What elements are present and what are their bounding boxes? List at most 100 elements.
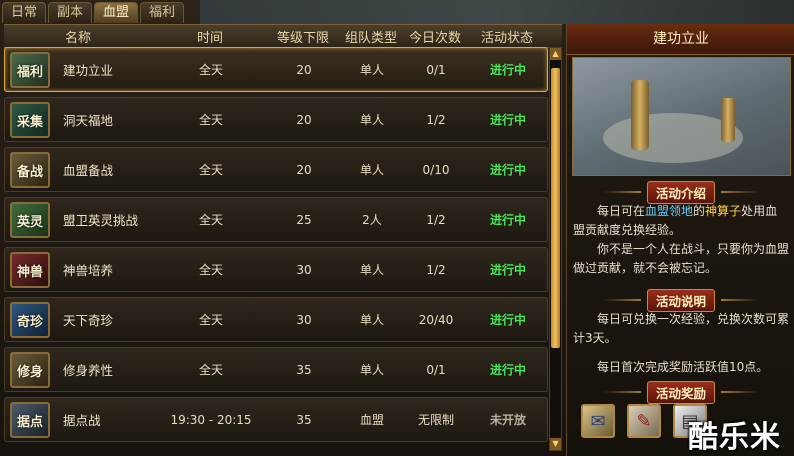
intro-header: 活动介绍 (567, 180, 794, 204)
preview-statue (631, 80, 649, 150)
detail-title: 建功立业 (567, 24, 794, 55)
activity-status: 进行中 (489, 363, 526, 377)
activity-row[interactable]: 备战 血盟备战 全天 20 单人 0/10 进行中 (4, 147, 548, 192)
activity-time: 全天 (198, 263, 223, 277)
activity-name: 洞天福地 (63, 113, 114, 128)
activity-badge: 神兽 (10, 252, 50, 288)
activity-badge: 福利 (10, 52, 50, 88)
scrollbar[interactable]: ▲ ▼ (549, 47, 562, 451)
divider (721, 191, 759, 193)
activity-time: 全天 (198, 113, 223, 127)
activity-status: 进行中 (489, 213, 526, 227)
activity-count: 无限制 (417, 413, 454, 427)
reward-label: 活动奖励 (646, 380, 715, 404)
desc-label: 活动说明 (646, 288, 715, 312)
activity-time: 全天 (198, 63, 223, 77)
scroll-down-icon[interactable]: ▼ (550, 438, 561, 450)
activity-badge: 采集 (10, 102, 50, 138)
activity-name: 血盟备战 (63, 163, 114, 178)
intro-text-part: 每日可在 (597, 204, 646, 218)
activity-status: 未开放 (489, 413, 526, 427)
scroll-icon[interactable]: ✉ (581, 404, 615, 438)
header-name: 名称 (64, 30, 91, 46)
activity-time: 19:30 - 20:15 (170, 412, 252, 427)
activity-badge: 修身 (10, 352, 50, 388)
activity-badge: 奇珍 (10, 302, 50, 338)
divider (602, 191, 641, 193)
activity-level: 20 (296, 162, 312, 177)
tab-dungeon[interactable]: 副本 (48, 2, 93, 23)
desc-text-1: 每日可兑换一次经验，兑换次数可累计3天。 (573, 312, 790, 345)
activity-level: 20 (296, 62, 312, 77)
divider (721, 299, 759, 301)
npc-name: 神算子 (705, 204, 742, 218)
intro-section: 活动介绍 每日可在血盟领地的神算子处用血盟贡献度兑换经验。 你不是一个人在战斗，… (567, 180, 794, 278)
activity-count: 0/10 (422, 162, 450, 177)
tab-guild[interactable]: 血盟 (94, 2, 139, 23)
intro-text-part: 的 (693, 204, 706, 218)
table-header: 名称 时间 等级下限 组队类型 今日次数 活动状态 (4, 24, 562, 48)
activity-name: 据点战 (63, 413, 101, 428)
activity-team: 血盟 (359, 413, 384, 427)
activity-status: 进行中 (489, 313, 526, 327)
activity-row[interactable]: 福利 建功立业 全天 20 单人 0/1 进行中 (4, 47, 548, 92)
activity-team: 单人 (359, 363, 384, 377)
header-level: 等级下限 (276, 30, 329, 46)
reward-header: 活动奖励 (567, 380, 794, 404)
activity-row[interactable]: 英灵 盟卫英灵挑战 全天 25 2人 1/2 进行中 (4, 197, 548, 242)
background-strip (200, 0, 794, 24)
activity-count: 1/2 (426, 212, 446, 227)
activity-status: 进行中 (489, 113, 526, 127)
scroll-up-icon[interactable]: ▲ (550, 48, 561, 60)
activity-team: 单人 (359, 63, 384, 77)
header-status: 活动状态 (480, 30, 533, 46)
activity-level: 35 (296, 412, 312, 427)
intro-text-2: 你不是一个人在战斗，只要你为血盟做过贡献，就不会被忘记。 (573, 242, 790, 275)
divider (602, 391, 641, 393)
tab-bar: 日常 副本 血盟 福利 (2, 2, 185, 24)
activity-count: 0/1 (426, 362, 446, 377)
activity-name: 天下奇珍 (63, 313, 114, 328)
activity-preview-image (572, 57, 791, 176)
activity-level: 20 (296, 112, 312, 127)
activity-time: 全天 (198, 313, 223, 327)
tab-welfare[interactable]: 福利 (140, 2, 185, 23)
activity-name: 建功立业 (63, 63, 114, 78)
activity-row[interactable]: 据点 据点战 19:30 - 20:15 35 血盟 无限制 未开放 (4, 397, 548, 442)
letter-icon[interactable]: ✎ (627, 404, 661, 438)
activity-level: 25 (296, 212, 312, 227)
activity-name: 修身养性 (63, 363, 114, 378)
tab-daily[interactable]: 日常 (2, 2, 47, 23)
activity-status: 进行中 (489, 263, 526, 277)
activity-list: 福利 建功立业 全天 20 单人 0/1 进行中 采集 洞天福地 全天 20 单… (4, 47, 548, 447)
activity-row[interactable]: 修身 修身养性 全天 35 单人 0/1 进行中 (4, 347, 548, 392)
activity-row[interactable]: 神兽 神兽培养 全天 30 单人 1/2 进行中 (4, 247, 548, 292)
activity-time: 全天 (198, 363, 223, 377)
activity-time: 全天 (198, 163, 223, 177)
activity-count: 0/1 (426, 62, 446, 77)
watermark: 酷乐米 (688, 420, 781, 455)
header-team: 组队类型 (344, 30, 397, 46)
activity-team: 单人 (359, 263, 384, 277)
activity-level: 30 (296, 262, 312, 277)
activity-row[interactable]: 采集 洞天福地 全天 20 单人 1/2 进行中 (4, 97, 548, 142)
activity-count: 1/2 (426, 262, 446, 277)
scroll-thumb[interactable] (551, 68, 560, 348)
activity-row[interactable]: 奇珍 天下奇珍 全天 30 单人 20/40 进行中 (4, 297, 548, 342)
detail-panel: 建功立业 活动介绍 每日可在血盟领地的神算子处用血盟贡献度兑换经验。 你不是一个… (566, 24, 794, 456)
activity-status: 进行中 (489, 163, 526, 177)
header-count: 今日次数 (408, 30, 461, 46)
activity-count: 20/40 (418, 312, 454, 327)
divider (602, 299, 641, 301)
activity-badge: 备战 (10, 152, 50, 188)
activity-team: 单人 (359, 113, 384, 127)
activity-badge: 据点 (10, 402, 50, 438)
intro-text-1: 每日可在血盟领地的神算子处用血盟贡献度兑换经验。 (567, 202, 794, 240)
activity-status: 进行中 (489, 63, 526, 77)
activity-team: 单人 (359, 163, 384, 177)
activity-team: 2人 (362, 213, 382, 227)
preview-npc (721, 98, 735, 142)
activity-badge: 英灵 (10, 202, 50, 238)
activity-name: 盟卫英灵挑战 (63, 213, 139, 228)
desc-section: 活动说明 每日可兑换一次经验，兑换次数可累计3天。 每日首次完成奖励活跃值10点… (567, 288, 794, 377)
